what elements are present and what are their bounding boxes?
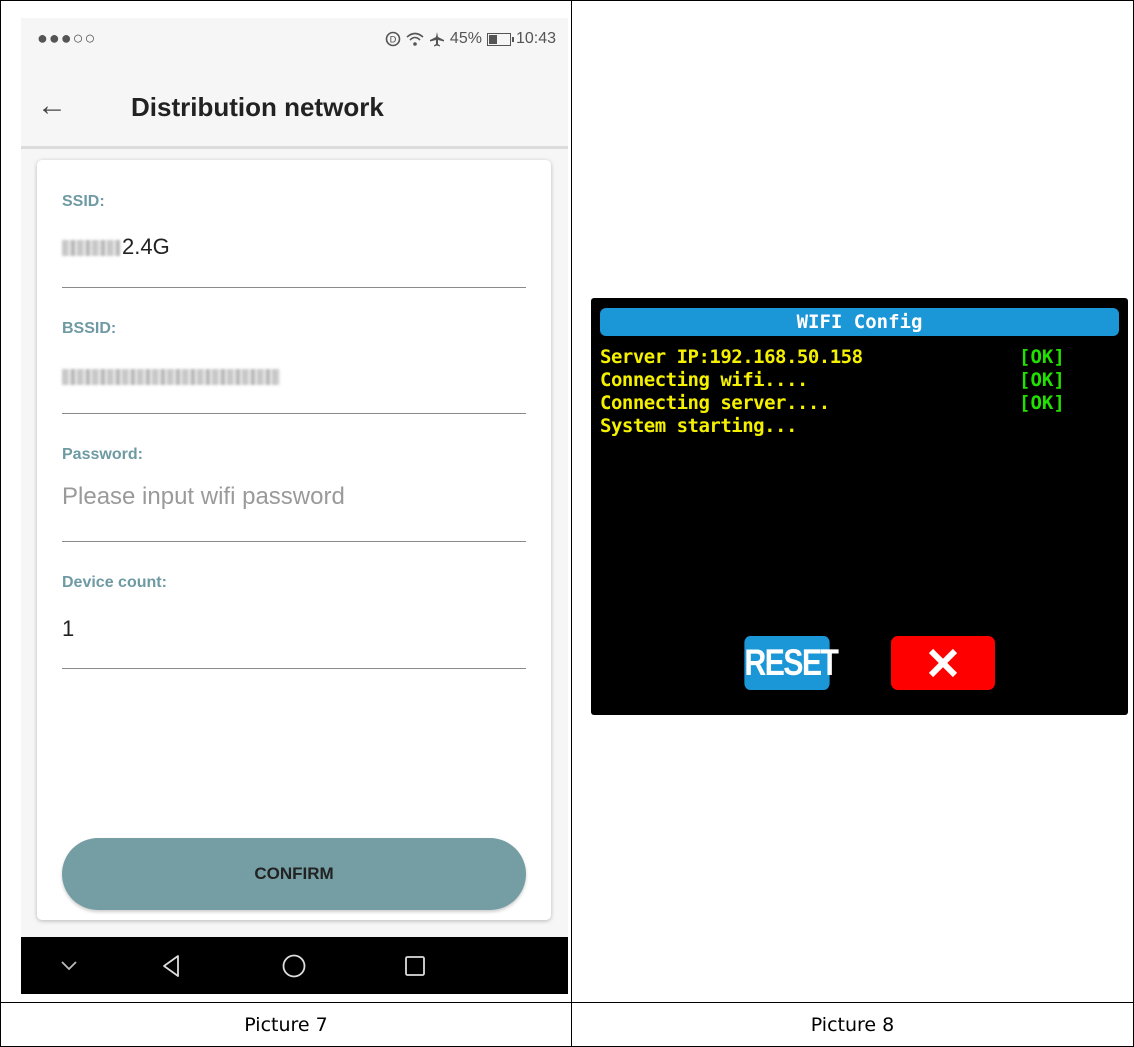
data-saver-icon: D [385,31,401,47]
page-title: Distribution network [131,92,384,122]
device-count-input[interactable]: 1 [62,616,74,642]
battery-icon [486,32,514,46]
reset-button[interactable]: RESET [744,636,839,690]
picture-7-cell: ●●●○○ D 45% 10:43 ← Distribution network [0,0,572,1003]
lcd-status-connecting-wifi: [OK] [1019,369,1065,391]
lcd-line-server-ip: Server IP:192.168.50.158 [600,346,863,368]
ssid-field[interactable]: 2.4G [62,234,170,260]
app-bar: ← Distribution network [21,72,568,144]
battery-fill [488,34,498,44]
document-table: ●●●○○ D 45% 10:43 ← Distribution network [0,0,1134,1047]
device-count-label: Device count: [62,574,167,591]
picture-8-cell: WIFI Config Server IP:192.168.50.158 [OK… [571,0,1134,1003]
status-bar: ●●●○○ D 45% 10:43 [21,18,568,68]
network-form-card: SSID: 2.4G BSSID: Password: Please input… [37,160,551,920]
ssid-value: 2.4G [122,234,170,259]
battery-percent: 45% [449,30,482,47]
home-circle-icon[interactable] [274,937,314,994]
password-input[interactable]: Please input wifi password [62,483,345,511]
svg-text:D: D [389,36,396,46]
lcd-title-bar: WIFI Config [600,308,1119,336]
bssid-redacted [62,369,280,386]
hide-nav-chevron-icon[interactable] [51,937,87,994]
password-label: Password: [62,446,143,463]
caption-picture-8: Picture 8 [571,1002,1134,1047]
lcd-line-system-starting: System starting... [600,415,797,437]
ssid-underline [62,287,526,288]
lcd-line-connecting-server: Connecting server.... [600,392,830,414]
close-button[interactable] [891,636,995,690]
recent-apps-square-icon[interactable] [395,937,435,994]
wifi-icon [406,32,424,46]
ssid-redacted [62,240,120,257]
bssid-label: BSSID: [62,320,117,337]
close-icon [928,648,958,678]
device-count-underline [62,668,526,669]
confirm-button[interactable]: CONFIRM [62,838,526,910]
phone-screenshot: ●●●○○ D 45% 10:43 ← Distribution network [21,18,568,994]
lcd-status-server-ip: [OK] [1019,346,1065,368]
back-triangle-icon[interactable] [151,937,191,994]
status-icons: D 45% 10:43 [385,30,556,48]
app-bar-divider [21,146,568,149]
airplane-icon [429,32,444,47]
password-underline [62,541,526,542]
lcd-status-connecting-server: [OK] [1019,392,1065,414]
back-arrow-icon[interactable]: ← [37,86,67,126]
status-time: 10:43 [515,30,556,47]
lcd-screen: WIFI Config Server IP:192.168.50.158 [OK… [591,298,1128,715]
bssid-underline [62,413,526,414]
signal-strength-icon: ●●●○○ [37,28,97,48]
ssid-label: SSID: [62,193,105,210]
lcd-line-connecting-wifi: Connecting wifi.... [600,369,808,391]
navigation-bar [21,937,568,994]
bssid-field[interactable] [62,363,282,389]
caption-picture-7: Picture 7 [0,1002,572,1047]
